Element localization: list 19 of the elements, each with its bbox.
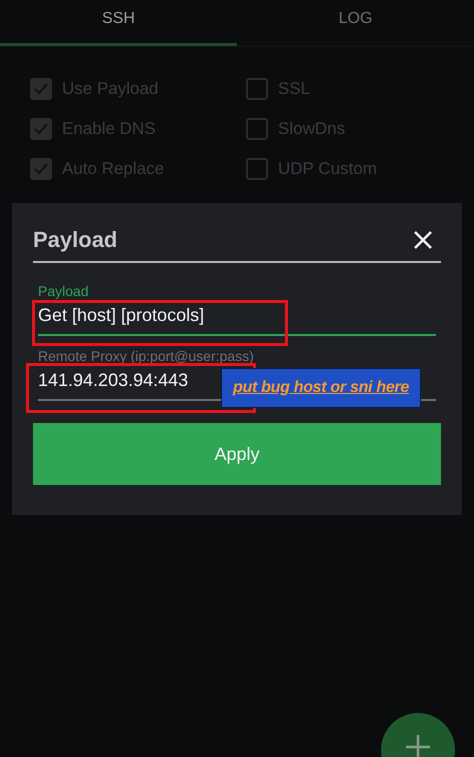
plus-icon [406,735,430,757]
field-label: Remote Proxy (ip:port@user:pass) [38,348,254,364]
dialog-title: Payload [33,227,118,253]
input-field[interactable]: 141.94.203.94:443 [38,364,216,401]
checkbox[interactable] [30,158,52,180]
check-icon [33,81,49,97]
tab[interactable]: SSH [0,0,237,46]
checkbox[interactable] [30,118,52,140]
checkbox[interactable] [246,118,268,140]
input-field[interactable]: Get [host] [protocols] [38,299,436,336]
tab[interactable]: LOG [237,0,474,46]
check-icon [33,161,49,177]
checkbox[interactable] [246,158,268,180]
checkbox[interactable] [246,78,268,100]
close-icon[interactable] [413,230,433,250]
check-icon [33,121,49,137]
field-label: Payload [38,283,89,299]
annotation-note: put bug host or sni here [221,368,421,408]
checkbox[interactable] [30,78,52,100]
